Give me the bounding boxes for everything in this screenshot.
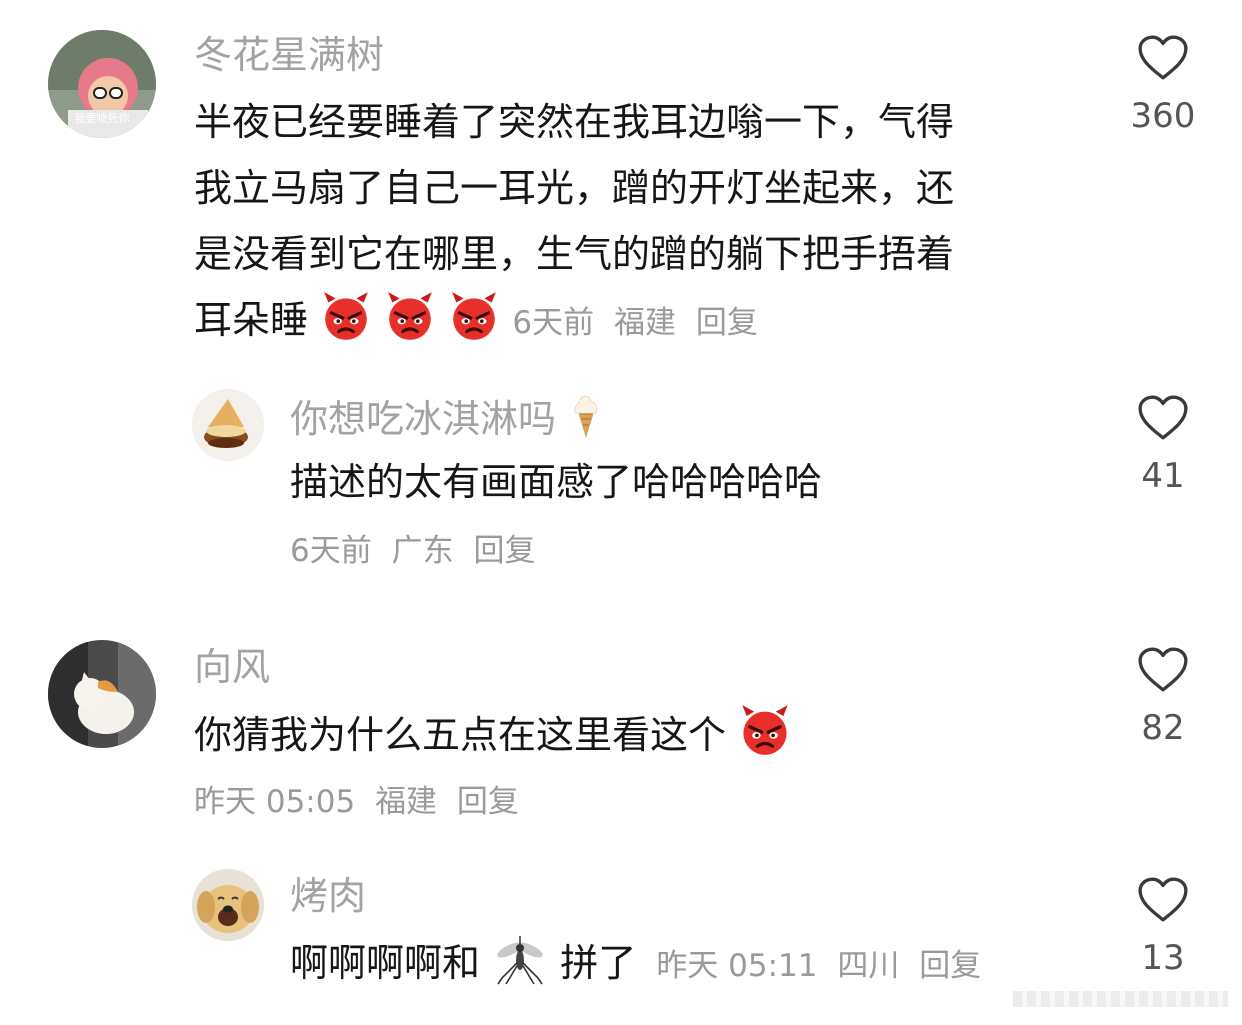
like-button[interactable]: 82 xyxy=(1118,646,1208,748)
comment-line: 耳朵睡 xyxy=(194,298,309,342)
username-text: 你想吃冰淇淋吗 xyxy=(290,397,557,441)
watermark xyxy=(1013,991,1228,1007)
username[interactable]: 烤肉 xyxy=(290,874,366,918)
angry-devil-emoji xyxy=(384,290,436,342)
timestamp: 昨天 05:11 xyxy=(656,948,818,984)
comment-line: 我立马扇了自己一耳光，蹭的开灯坐起来，还 xyxy=(194,166,955,210)
reply-button[interactable]: 回复 xyxy=(473,533,535,569)
location: 福建 xyxy=(613,305,676,341)
comment-text: 描述的太有画面感了哈哈哈哈哈 xyxy=(290,460,823,504)
heart-outline-icon xyxy=(1137,394,1189,442)
like-button[interactable]: 360 xyxy=(1118,34,1208,136)
comment-text: 半夜已经要睡着了突然在我耳边嗡一下，气得 我立马扇了自己一耳光，蹭的开灯坐起来，… xyxy=(194,89,1064,353)
avatar[interactable] xyxy=(192,869,264,941)
like-count: 13 xyxy=(1141,938,1185,978)
avatar[interactable]: 我要喷死你 xyxy=(48,30,156,138)
like-count: 41 xyxy=(1141,456,1185,496)
avatar-caption: 我要喷死你 xyxy=(75,112,130,125)
comment-text-after: 拼了 xyxy=(560,941,637,985)
reply-button[interactable]: 回复 xyxy=(457,784,519,820)
location: 福建 xyxy=(375,784,438,820)
comment-line-last: 耳朵睡 6天前 福建 回复 xyxy=(194,287,1064,353)
reply-button[interactable]: 回复 xyxy=(919,948,981,984)
comment-meta: 昨天 05:05 福建 回复 xyxy=(194,782,529,822)
angry-devil-emoji xyxy=(448,290,500,342)
comment-line: 是没看到它在哪里，生气的蹭的躺下把手捂着 xyxy=(194,232,955,276)
mosquito-icon xyxy=(497,936,543,985)
comment-text-before: 啊啊啊啊和 xyxy=(290,941,481,985)
location: 广东 xyxy=(391,533,454,569)
username[interactable]: 冬花星满树 xyxy=(194,33,384,77)
comment-line: 你猜我为什么五点在这里看这个 xyxy=(194,713,727,757)
like-button[interactable]: 41 xyxy=(1118,394,1208,496)
comment-meta: 6天前 福建 回复 xyxy=(512,305,767,341)
avatar[interactable] xyxy=(48,640,156,748)
angry-devil-emoji xyxy=(738,703,792,757)
heart-outline-icon xyxy=(1137,876,1189,924)
heart-outline-icon xyxy=(1137,34,1189,82)
like-count: 360 xyxy=(1130,96,1196,136)
like-button[interactable]: 13 xyxy=(1118,876,1208,978)
angry-devil-emoji xyxy=(320,290,372,342)
avatar[interactable] xyxy=(192,389,264,461)
username[interactable]: 你想吃冰淇淋吗 xyxy=(290,392,604,441)
comment-meta: 6天前 广东 回复 xyxy=(290,531,545,571)
timestamp: 6天前 xyxy=(512,305,595,341)
location: 四川 xyxy=(837,948,900,984)
comment-text: 啊啊啊啊和 拼了 昨天 05:11 四川 回复 xyxy=(290,930,991,996)
comment-text: 你猜我为什么五点在这里看这个 xyxy=(194,702,792,768)
heart-outline-icon xyxy=(1137,646,1189,694)
like-count: 82 xyxy=(1141,708,1185,748)
username[interactable]: 向风 xyxy=(194,645,270,689)
comment-line: 半夜已经要睡着了突然在我耳边嗡一下，气得 xyxy=(194,100,955,144)
reply-button[interactable]: 回复 xyxy=(696,305,758,341)
ice-cream-icon xyxy=(574,395,598,438)
comment-meta: 昨天 05:11 四川 回复 xyxy=(656,948,991,984)
timestamp: 昨天 05:05 xyxy=(194,784,356,820)
timestamp: 6天前 xyxy=(290,533,372,569)
